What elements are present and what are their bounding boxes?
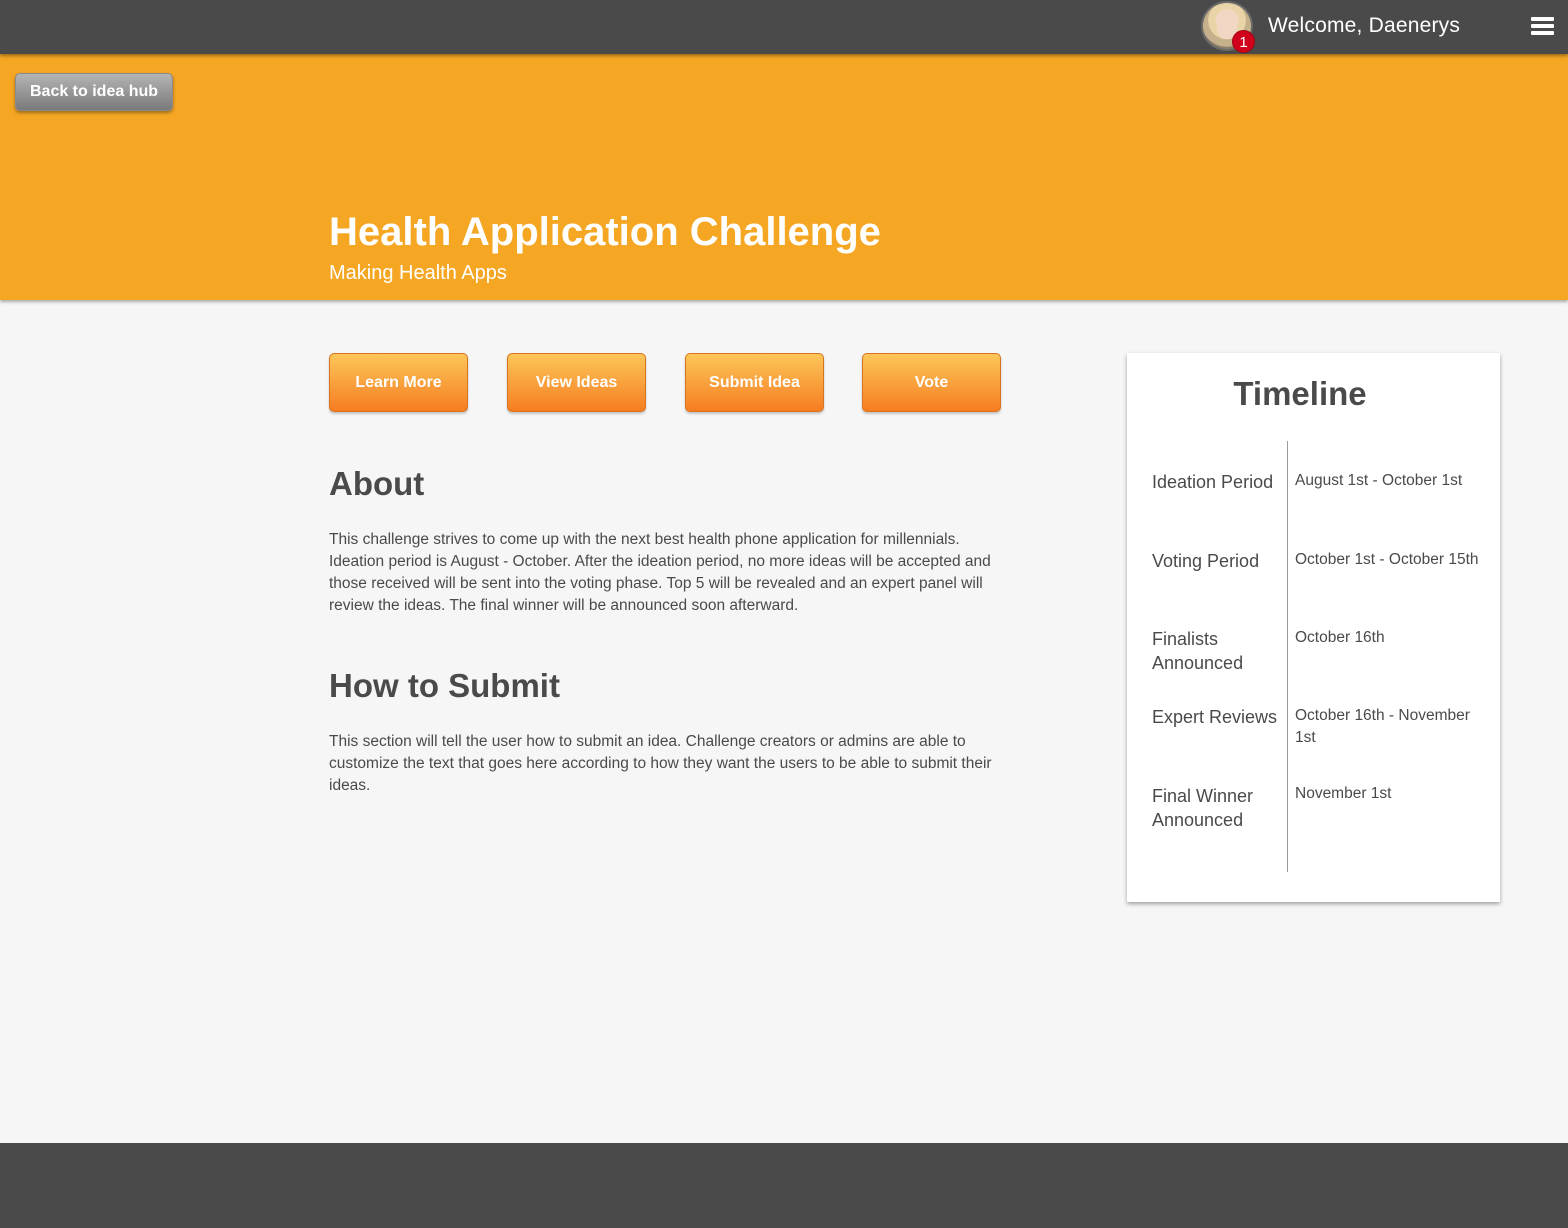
- timeline-title: Timeline: [1233, 375, 1367, 412]
- how-to-submit-heading: How to Submit: [329, 667, 560, 704]
- timeline-label-final-winner: Final Winner Announced: [1152, 786, 1254, 830]
- about-text: This challenge strives to come up with t…: [329, 531, 991, 614]
- timeline-date-finalists: October 16th: [1295, 629, 1385, 646]
- timeline-date-expert-reviews: October 16th - November 1st: [1295, 707, 1470, 746]
- welcome-text: Welcome, Daenerys: [1268, 14, 1461, 37]
- how-to-submit-text: This section will tell the user how to s…: [329, 733, 992, 794]
- timeline-date-voting: October 1st - October 15th: [1295, 551, 1479, 568]
- timeline-label-expert-reviews: Expert Reviews: [1152, 707, 1278, 727]
- view-ideas-button[interactable]: View Ideas: [507, 353, 646, 412]
- about-heading: About: [329, 465, 425, 502]
- timeline-label-voting: Voting Period: [1152, 551, 1260, 571]
- challenge-title: Health Application Challenge: [329, 210, 881, 254]
- timeline-label-finalists: Finalists Announced: [1152, 629, 1244, 673]
- menu-bar: [1531, 24, 1554, 28]
- learn-more-button[interactable]: Learn More: [329, 353, 468, 412]
- hamburger-menu-icon[interactable]: [1531, 16, 1554, 36]
- timeline-date-final-winner: November 1st: [1295, 785, 1392, 802]
- submit-idea-button[interactable]: Submit Idea: [685, 353, 824, 412]
- vote-button[interactable]: Vote: [862, 353, 1001, 412]
- notification-badge[interactable]: 1: [1232, 30, 1255, 53]
- challenge-hero: Back to idea hub Health Application Chal…: [0, 54, 1568, 300]
- top-bar: 1 Welcome, Daenerys: [0, 0, 1568, 54]
- menu-bar: [1531, 31, 1554, 35]
- challenge-subtitle: Making Health Apps: [329, 262, 507, 284]
- back-to-idea-hub-button[interactable]: Back to idea hub: [15, 73, 173, 111]
- timeline-date-ideation: August 1st - October 1st: [1295, 472, 1463, 489]
- timeline-label-ideation: Ideation Period: [1152, 472, 1274, 492]
- footer: [0, 1143, 1568, 1228]
- timeline-divider: [1287, 441, 1288, 872]
- timeline-card: Timeline Ideation Period August 1st - Oc…: [1127, 353, 1500, 902]
- menu-bar: [1531, 17, 1554, 21]
